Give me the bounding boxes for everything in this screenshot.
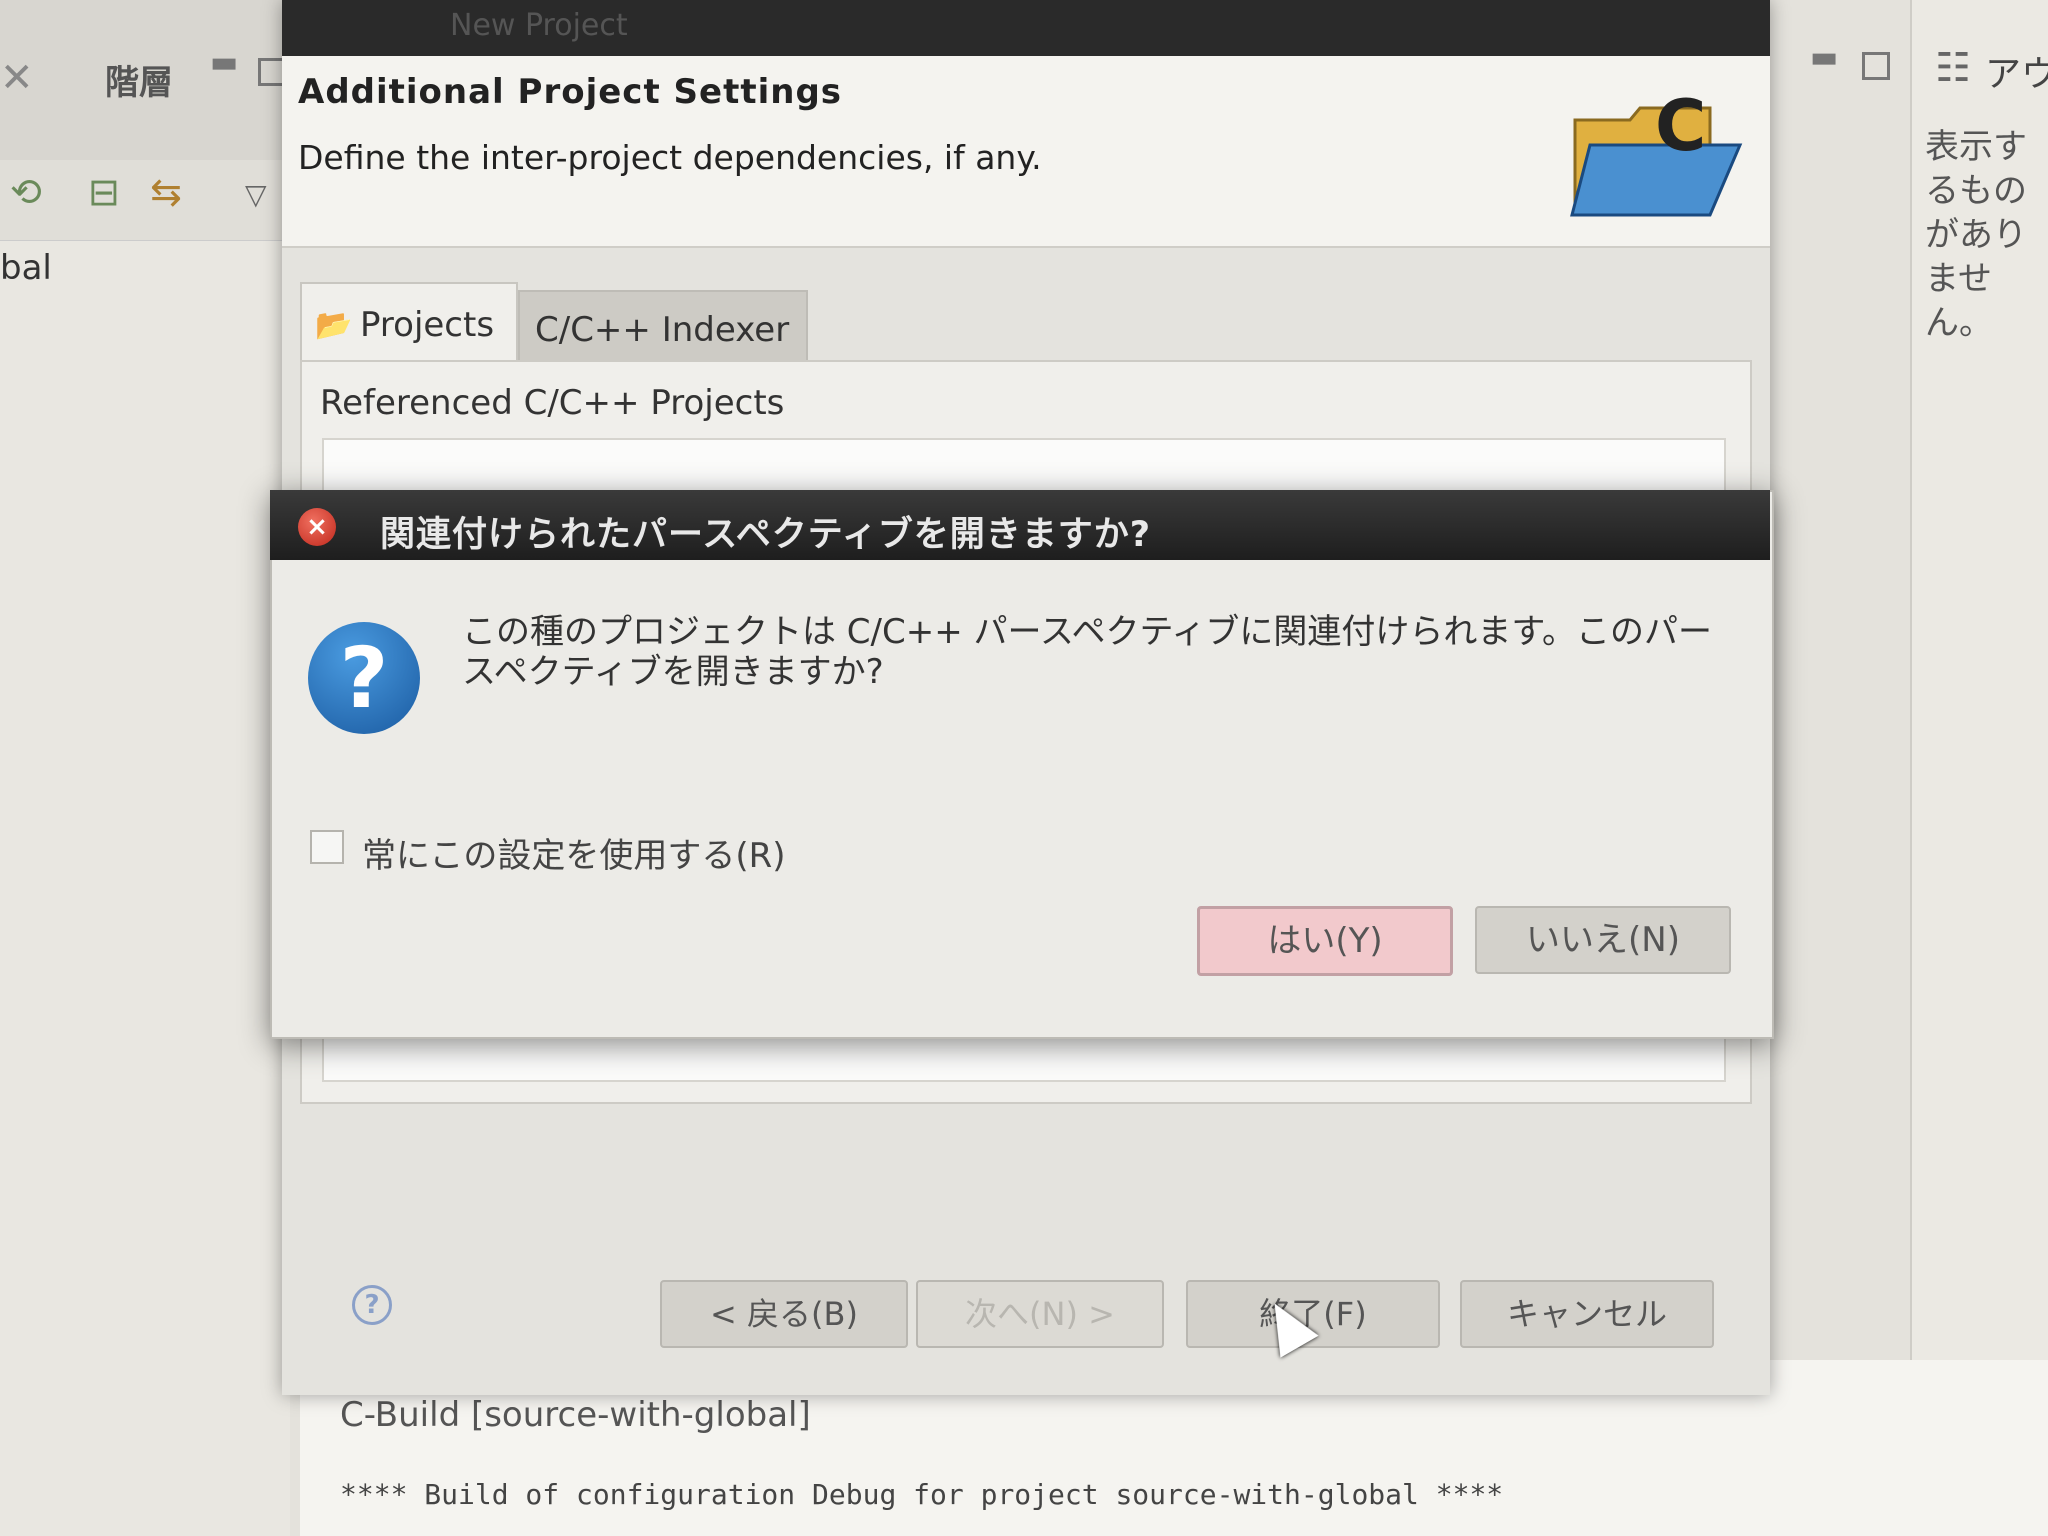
- dialog-message: この種のプロジェクトは C/C++ パースペクティブに関連付けられます。このパー…: [462, 612, 1713, 692]
- console-title: C-Build [source-with-global]: [340, 1395, 811, 1435]
- tab-outline[interactable]: アウ: [1985, 45, 2048, 97]
- wizard-title: New Project: [450, 8, 628, 43]
- close-icon[interactable]: ×: [298, 508, 336, 546]
- tab-projects-label: Projects: [360, 305, 495, 345]
- page-title: Additional Project Settings: [298, 72, 843, 112]
- page-description: Define the inter-project dependencies, i…: [298, 138, 1042, 177]
- refresh-icon[interactable]: ⟲: [10, 170, 42, 214]
- minimize-icon[interactable]: ▬: [210, 45, 238, 80]
- folder-open-icon: 📂: [315, 308, 353, 343]
- tab-hierarchy[interactable]: 階層: [105, 55, 173, 104]
- remember-choice-checkbox[interactable]: [310, 830, 344, 864]
- collapse-all-icon[interactable]: ⊟: [88, 170, 120, 214]
- back-button[interactable]: < 戻る(B): [660, 1280, 908, 1348]
- minimize-icon[interactable]: ▬: [1810, 40, 1838, 75]
- outline-icon: ☷: [1935, 45, 1971, 91]
- close-icon[interactable]: ✕: [0, 55, 34, 101]
- view-menu-icon[interactable]: ▽: [245, 178, 267, 211]
- referenced-projects-label: Referenced C/C++ Projects: [320, 383, 785, 423]
- question-icon: ?: [308, 622, 420, 734]
- tab-cpp-indexer-label: C/C++ Indexer: [535, 310, 790, 350]
- folder-icon: C: [1570, 90, 1743, 217]
- maximize-icon[interactable]: [1862, 52, 1890, 80]
- next-button[interactable]: 次へ(N) >: [916, 1280, 1164, 1348]
- svg-text:C: C: [1655, 90, 1706, 167]
- cancel-button[interactable]: キャンセル: [1460, 1280, 1714, 1348]
- remember-choice-label[interactable]: 常にこの設定を使用する(R): [362, 828, 785, 877]
- outline-empty-message: 表示するものがありません。: [1925, 127, 2027, 343]
- no-button[interactable]: いいえ(N): [1475, 906, 1731, 974]
- yes-button[interactable]: はい(Y): [1197, 906, 1453, 976]
- console-output-line: **** Build of configuration Debug for pr…: [340, 1478, 1504, 1511]
- link-editor-icon[interactable]: ⇆: [150, 170, 182, 214]
- help-icon[interactable]: ?: [352, 1285, 392, 1325]
- dialog-title: 関連付けられたパースペクティブを開きますか?: [380, 515, 1152, 555]
- tree-item[interactable]: bal: [0, 248, 52, 288]
